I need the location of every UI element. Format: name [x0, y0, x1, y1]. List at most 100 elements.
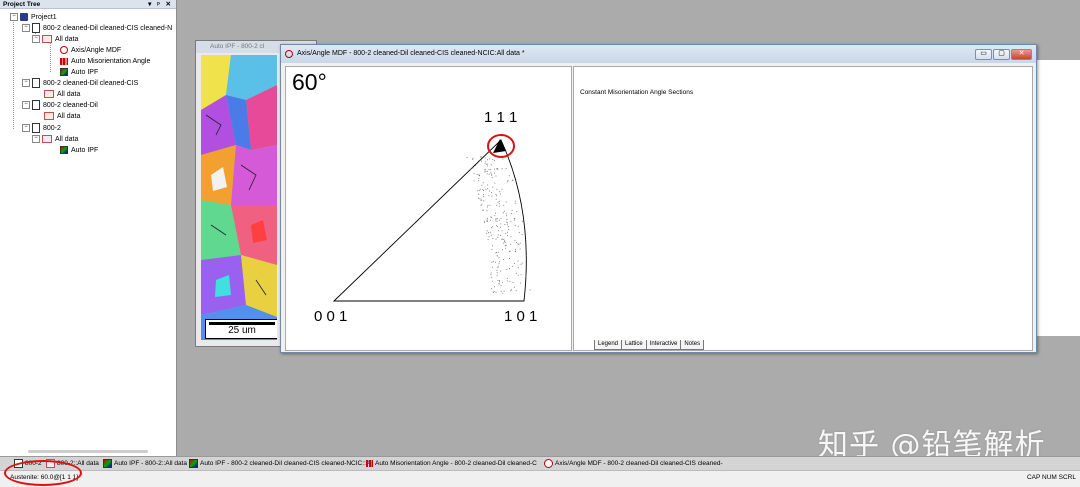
- scatter-point: [498, 261, 500, 263]
- document-icon: [32, 78, 40, 89]
- background-window: [1034, 60, 1080, 336]
- scatter-point: [520, 263, 522, 265]
- collapse-icon[interactable]: −: [22, 24, 30, 33]
- scatter-point: [490, 173, 492, 175]
- highlight-status-oval: [4, 460, 82, 486]
- scatter-point: [494, 159, 495, 161]
- tree-item-auto-ipf[interactable]: Auto IPF: [60, 67, 98, 78]
- tree-item-dataset[interactable]: − 800-2 cleaned-Dil: [22, 100, 98, 111]
- scatter-point: [498, 262, 500, 264]
- task-item[interactable]: Axis/Angle MDF - 800-2 cleaned-Dil clean…: [544, 459, 723, 469]
- scatter-point: [488, 169, 490, 170]
- scatter-point: [520, 274, 522, 276]
- scatter-point: [508, 175, 510, 177]
- corner-label-001: 0 0 1: [314, 308, 348, 325]
- scatter-point: [506, 218, 508, 220]
- mdf-window-titlebar[interactable]: Axis/Angle MDF - 800-2 cleaned-Dil clean…: [281, 45, 1036, 63]
- scatter-point: [505, 168, 507, 169]
- scatter-point: [504, 240, 506, 242]
- scatter-point: [503, 242, 505, 244]
- scatter-point: [478, 189, 480, 191]
- tree-item-axis-angle-mdf[interactable]: Axis/Angle MDF: [60, 45, 121, 56]
- ipf-orientation-map: 25 um: [201, 55, 277, 340]
- scatter-point: [496, 251, 497, 253]
- tab-interactive[interactable]: Interactive: [645, 340, 682, 350]
- tree-item-label: Auto IPF: [71, 69, 99, 76]
- tab-lattice[interactable]: Lattice: [621, 340, 647, 350]
- scatter-point: [489, 231, 491, 233]
- tree-item-all-data[interactable]: − All data: [32, 134, 78, 145]
- ipf-icon: [189, 459, 198, 468]
- scatter-point: [491, 192, 492, 193]
- scatter-point: [514, 239, 516, 241]
- tree-item-all-data[interactable]: − All data: [32, 34, 78, 45]
- task-item[interactable]: Auto IPF - 800-2 cleaned-Dil cleaned-CIS…: [189, 459, 370, 469]
- tree-item-misorientation[interactable]: Auto Misorientation Angle: [60, 56, 150, 67]
- scatter-point: [496, 188, 498, 190]
- sections-panel[interactable]: Constant Misorientation Angle Sections L…: [573, 66, 1033, 351]
- collapse-icon[interactable]: −: [22, 101, 30, 110]
- tab-legend[interactable]: Legend: [594, 340, 623, 350]
- minimize-button[interactable]: ▭: [975, 49, 992, 60]
- tree-item-all-data[interactable]: All data: [44, 111, 80, 122]
- close-button[interactable]: ✕: [1011, 49, 1032, 60]
- scatter-point: [517, 267, 519, 269]
- scatter-point: [486, 170, 488, 172]
- scatter-point: [478, 193, 480, 195]
- scatter-point: [483, 196, 485, 198]
- tab-notes[interactable]: Notes: [680, 340, 705, 350]
- collapse-icon[interactable]: −: [22, 124, 30, 133]
- ipf-icon: [103, 459, 112, 468]
- mdf-icon: [60, 46, 68, 55]
- scatter-point: [504, 245, 506, 247]
- scatter-point: [519, 248, 521, 250]
- tree-item-dataset[interactable]: − 800-2 cleaned-Dil cleaned-CIS cleaned-N: [22, 23, 172, 34]
- tree-scrollbar[interactable]: [28, 450, 148, 453]
- tree-item-dataset[interactable]: − 800-2: [22, 123, 61, 134]
- scatter-point: [491, 195, 493, 197]
- collapse-icon[interactable]: −: [32, 135, 40, 144]
- inverse-pole-figure-panel[interactable]: 60° 1 1 1 0 0 1 1 0 1: [285, 66, 572, 351]
- scatter-point: [479, 188, 481, 190]
- scatter-point: [506, 277, 508, 279]
- axis-angle-mdf-window[interactable]: Axis/Angle MDF - 800-2 cleaned-Dil clean…: [280, 44, 1037, 353]
- scatter-point: [515, 248, 517, 250]
- scatter-point: [529, 289, 531, 291]
- task-item[interactable]: Auto IPF - 800-2::All data: [103, 459, 187, 469]
- scatter-point: [506, 280, 508, 282]
- scatter-point: [505, 215, 507, 217]
- scatter-point: [517, 225, 519, 227]
- task-item[interactable]: Auto Misorientation Angle - 800-2 cleane…: [366, 459, 537, 469]
- scatter-point: [490, 274, 492, 276]
- collapse-icon[interactable]: −: [10, 13, 18, 22]
- scatter-point: [487, 165, 489, 167]
- scatter-point: [496, 272, 498, 274]
- scatter-point: [506, 224, 508, 226]
- scatter-point: [471, 167, 473, 169]
- restore-button[interactable]: ▢: [993, 49, 1010, 60]
- scatter-point: [525, 255, 527, 257]
- scatter-point: [516, 272, 517, 274]
- tree-item-dataset[interactable]: − 800-2 cleaned-Dil cleaned-CIS: [22, 78, 138, 89]
- tree-item-all-data[interactable]: All data: [44, 89, 80, 100]
- scatter-point: [495, 291, 497, 293]
- pane-controls[interactable]: ▾ ᵖ ✕: [148, 0, 173, 9]
- scatter-point: [478, 160, 480, 162]
- scatter-point: [489, 190, 490, 192]
- scatter-point: [485, 171, 487, 172]
- scatter-point: [496, 275, 498, 277]
- collapse-icon[interactable]: −: [32, 35, 40, 44]
- scatter-point: [486, 221, 488, 222]
- scatter-point: [490, 234, 492, 236]
- scatter-point: [495, 261, 496, 263]
- scatter-point: [510, 289, 512, 291]
- scatter-point: [518, 232, 520, 234]
- scatter-point: [496, 204, 498, 206]
- tree-item-auto-ipf[interactable]: Auto IPF: [60, 145, 98, 156]
- scatter-point: [487, 204, 489, 206]
- collapse-icon[interactable]: −: [22, 79, 30, 88]
- scatter-point: [516, 242, 518, 243]
- tree-item-project1[interactable]: − Project1: [10, 12, 57, 23]
- corner-label-101: 1 0 1: [504, 308, 538, 325]
- scatter-point: [508, 229, 510, 231]
